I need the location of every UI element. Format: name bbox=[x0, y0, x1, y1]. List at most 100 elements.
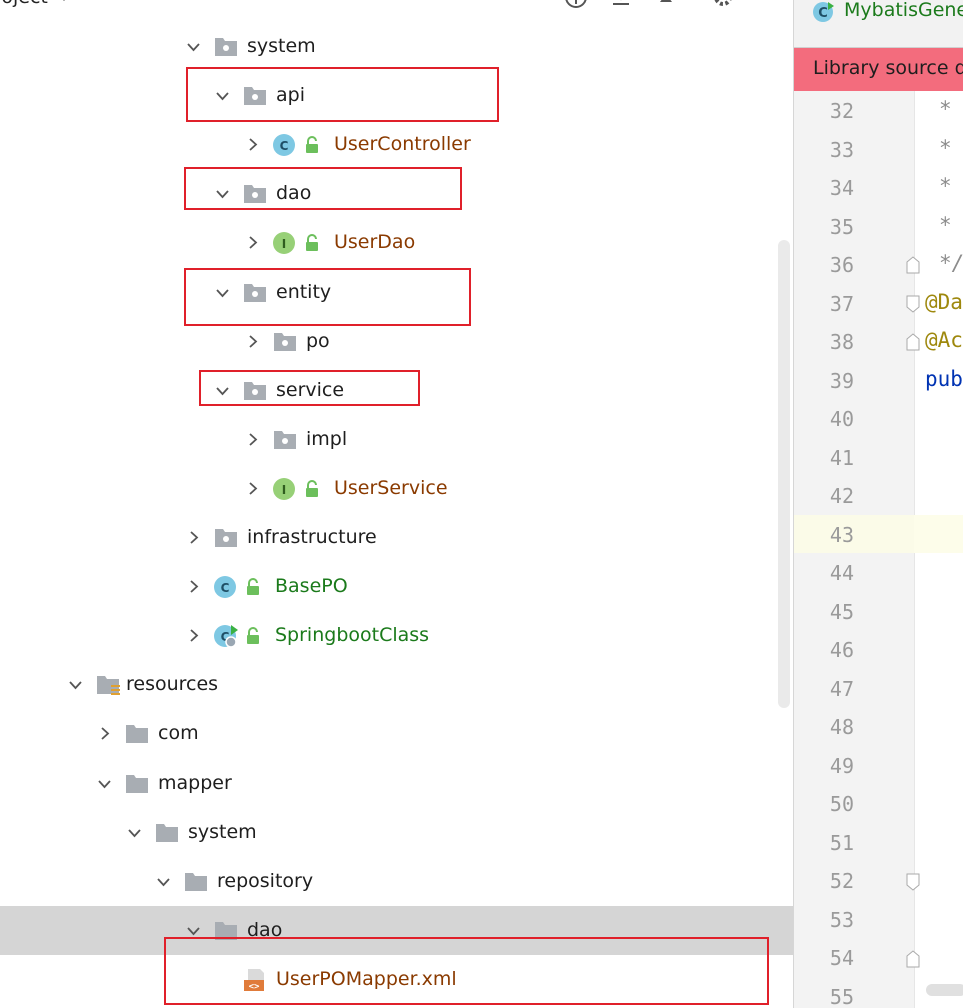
lock-icon bbox=[306, 479, 318, 497]
current-line-highlight bbox=[914, 515, 963, 553]
chevron-down-icon[interactable] bbox=[187, 924, 200, 937]
package-folder-icon bbox=[274, 430, 296, 449]
code-line: * bbox=[939, 174, 952, 198]
project-panel-header: roject bbox=[0, 0, 793, 14]
collapse-all-icon[interactable] bbox=[608, 0, 634, 10]
highlight-box-api bbox=[186, 67, 499, 122]
line-number: 39 bbox=[829, 368, 854, 393]
tree-row-mapper[interactable]: mapper bbox=[0, 759, 793, 808]
class-icon: C bbox=[214, 625, 238, 648]
tree-row-userdao[interactable]: I UserDao bbox=[0, 218, 793, 267]
line-number: 44 bbox=[829, 561, 854, 585]
editor-tab-mybatis[interactable]: MybatisGene bbox=[844, 0, 963, 21]
line-number: 34 bbox=[829, 176, 854, 200]
chevron-down-icon[interactable] bbox=[128, 826, 141, 839]
fold-marker-icon[interactable] bbox=[906, 873, 920, 891]
chevron-down-icon[interactable] bbox=[98, 777, 111, 790]
line-number: 32 bbox=[829, 99, 854, 123]
line-number: 49 bbox=[829, 753, 854, 778]
lock-icon bbox=[247, 578, 259, 596]
locate-icon[interactable] bbox=[563, 0, 589, 10]
line-number: 51 bbox=[829, 830, 854, 855]
code-line: @Da bbox=[925, 289, 963, 314]
tree-item-label: com bbox=[158, 722, 199, 745]
tree-row-system[interactable]: system bbox=[0, 22, 793, 71]
line-number: 36 bbox=[829, 253, 854, 277]
chevron-down-icon[interactable] bbox=[69, 678, 82, 691]
tree-item-label: system bbox=[188, 820, 257, 843]
class-icon: C bbox=[273, 134, 295, 157]
chevron-right-icon[interactable] bbox=[246, 482, 259, 495]
code-line: * bbox=[939, 212, 952, 237]
chevron-down-icon[interactable] bbox=[157, 875, 170, 888]
chevron-right-icon[interactable] bbox=[246, 433, 259, 446]
line-number: 54 bbox=[829, 946, 854, 970]
tree-row-impl[interactable]: impl bbox=[0, 415, 793, 464]
lock-icon bbox=[306, 234, 318, 252]
vertical-scrollbar[interactable] bbox=[778, 240, 790, 708]
chevron-right-icon[interactable] bbox=[187, 580, 200, 593]
banner-text: Library source do bbox=[813, 57, 963, 79]
svg-text:C: C bbox=[221, 581, 230, 595]
lock-icon bbox=[306, 136, 318, 154]
folder-icon bbox=[126, 774, 148, 793]
fold-marker-icon[interactable] bbox=[906, 950, 920, 968]
line-number: 50 bbox=[829, 792, 854, 816]
tree-item-label: repository bbox=[217, 869, 314, 892]
code-line: @Ac bbox=[925, 328, 963, 352]
line-number: 46 bbox=[829, 638, 854, 662]
tree-row-userservice[interactable]: I UserService bbox=[0, 464, 793, 513]
interface-icon: I bbox=[273, 232, 295, 255]
tree-item-label: resources bbox=[126, 673, 219, 696]
project-view-selector[interactable]: roject bbox=[0, 0, 70, 8]
svg-text:I: I bbox=[282, 483, 286, 497]
line-number: 42 bbox=[829, 484, 854, 508]
highlight-box-service bbox=[199, 370, 420, 406]
line-number: 53 bbox=[829, 907, 854, 932]
lock-icon bbox=[247, 627, 259, 645]
settings-icon[interactable] bbox=[710, 0, 736, 10]
folder-icon bbox=[156, 823, 178, 842]
scroll-up-icon[interactable] bbox=[653, 0, 679, 10]
tree-row-com[interactable]: com bbox=[0, 709, 793, 758]
interface-icon: I bbox=[273, 477, 295, 500]
tree-row-basepo[interactable]: C BasePO bbox=[0, 562, 793, 611]
chevron-right-icon[interactable] bbox=[98, 727, 111, 741]
chevron-right-icon[interactable] bbox=[246, 138, 259, 151]
package-folder-icon bbox=[215, 529, 237, 547]
chevron-right-icon[interactable] bbox=[187, 531, 200, 544]
resources-folder-icon bbox=[97, 676, 120, 696]
line-number: 40 bbox=[829, 407, 854, 431]
fold-marker-icon[interactable] bbox=[906, 333, 920, 351]
line-number: 33 bbox=[829, 137, 854, 162]
tree-row-usercontroller[interactable]: C UserController bbox=[0, 120, 793, 169]
tree-item-label: infrastructure bbox=[247, 526, 377, 548]
code-line: * bbox=[939, 97, 952, 121]
tree-item-label: SpringbootClass bbox=[275, 624, 430, 647]
code-line: * bbox=[939, 135, 952, 160]
chevron-right-icon[interactable] bbox=[187, 629, 200, 642]
folder-icon bbox=[126, 725, 148, 744]
folder-icon bbox=[185, 872, 207, 891]
highlight-box-dao bbox=[184, 167, 462, 210]
horizontal-scrollbar[interactable] bbox=[926, 984, 963, 996]
tree-row-infrastructure[interactable]: infrastructure bbox=[0, 513, 793, 562]
tree-item-label: impl bbox=[306, 427, 348, 450]
chevron-right-icon[interactable] bbox=[246, 236, 259, 250]
line-number: 47 bbox=[829, 676, 854, 701]
chevron-down-icon[interactable] bbox=[187, 40, 200, 53]
class-file-icon: C bbox=[813, 2, 834, 22]
chevron-right-icon[interactable] bbox=[246, 334, 259, 348]
line-number: 55 bbox=[829, 984, 854, 1008]
fold-marker-icon[interactable] bbox=[906, 295, 920, 313]
tree-row-springbootclass[interactable]: C SpringbootClass bbox=[0, 611, 793, 660]
tree-row-system[interactable]: system bbox=[0, 808, 793, 857]
tree-row-resources[interactable]: resources bbox=[0, 660, 793, 709]
svg-text:C: C bbox=[280, 139, 289, 153]
line-number: 38 bbox=[829, 330, 854, 354]
tree-item-label: system bbox=[247, 35, 316, 57]
line-number: 43 bbox=[829, 522, 854, 547]
editor-pane: C MybatisGene Library source do 32 33 34 35… bbox=[793, 0, 963, 1008]
tree-row-repository[interactable]: repository bbox=[0, 857, 793, 906]
fold-marker-icon[interactable] bbox=[906, 256, 920, 274]
